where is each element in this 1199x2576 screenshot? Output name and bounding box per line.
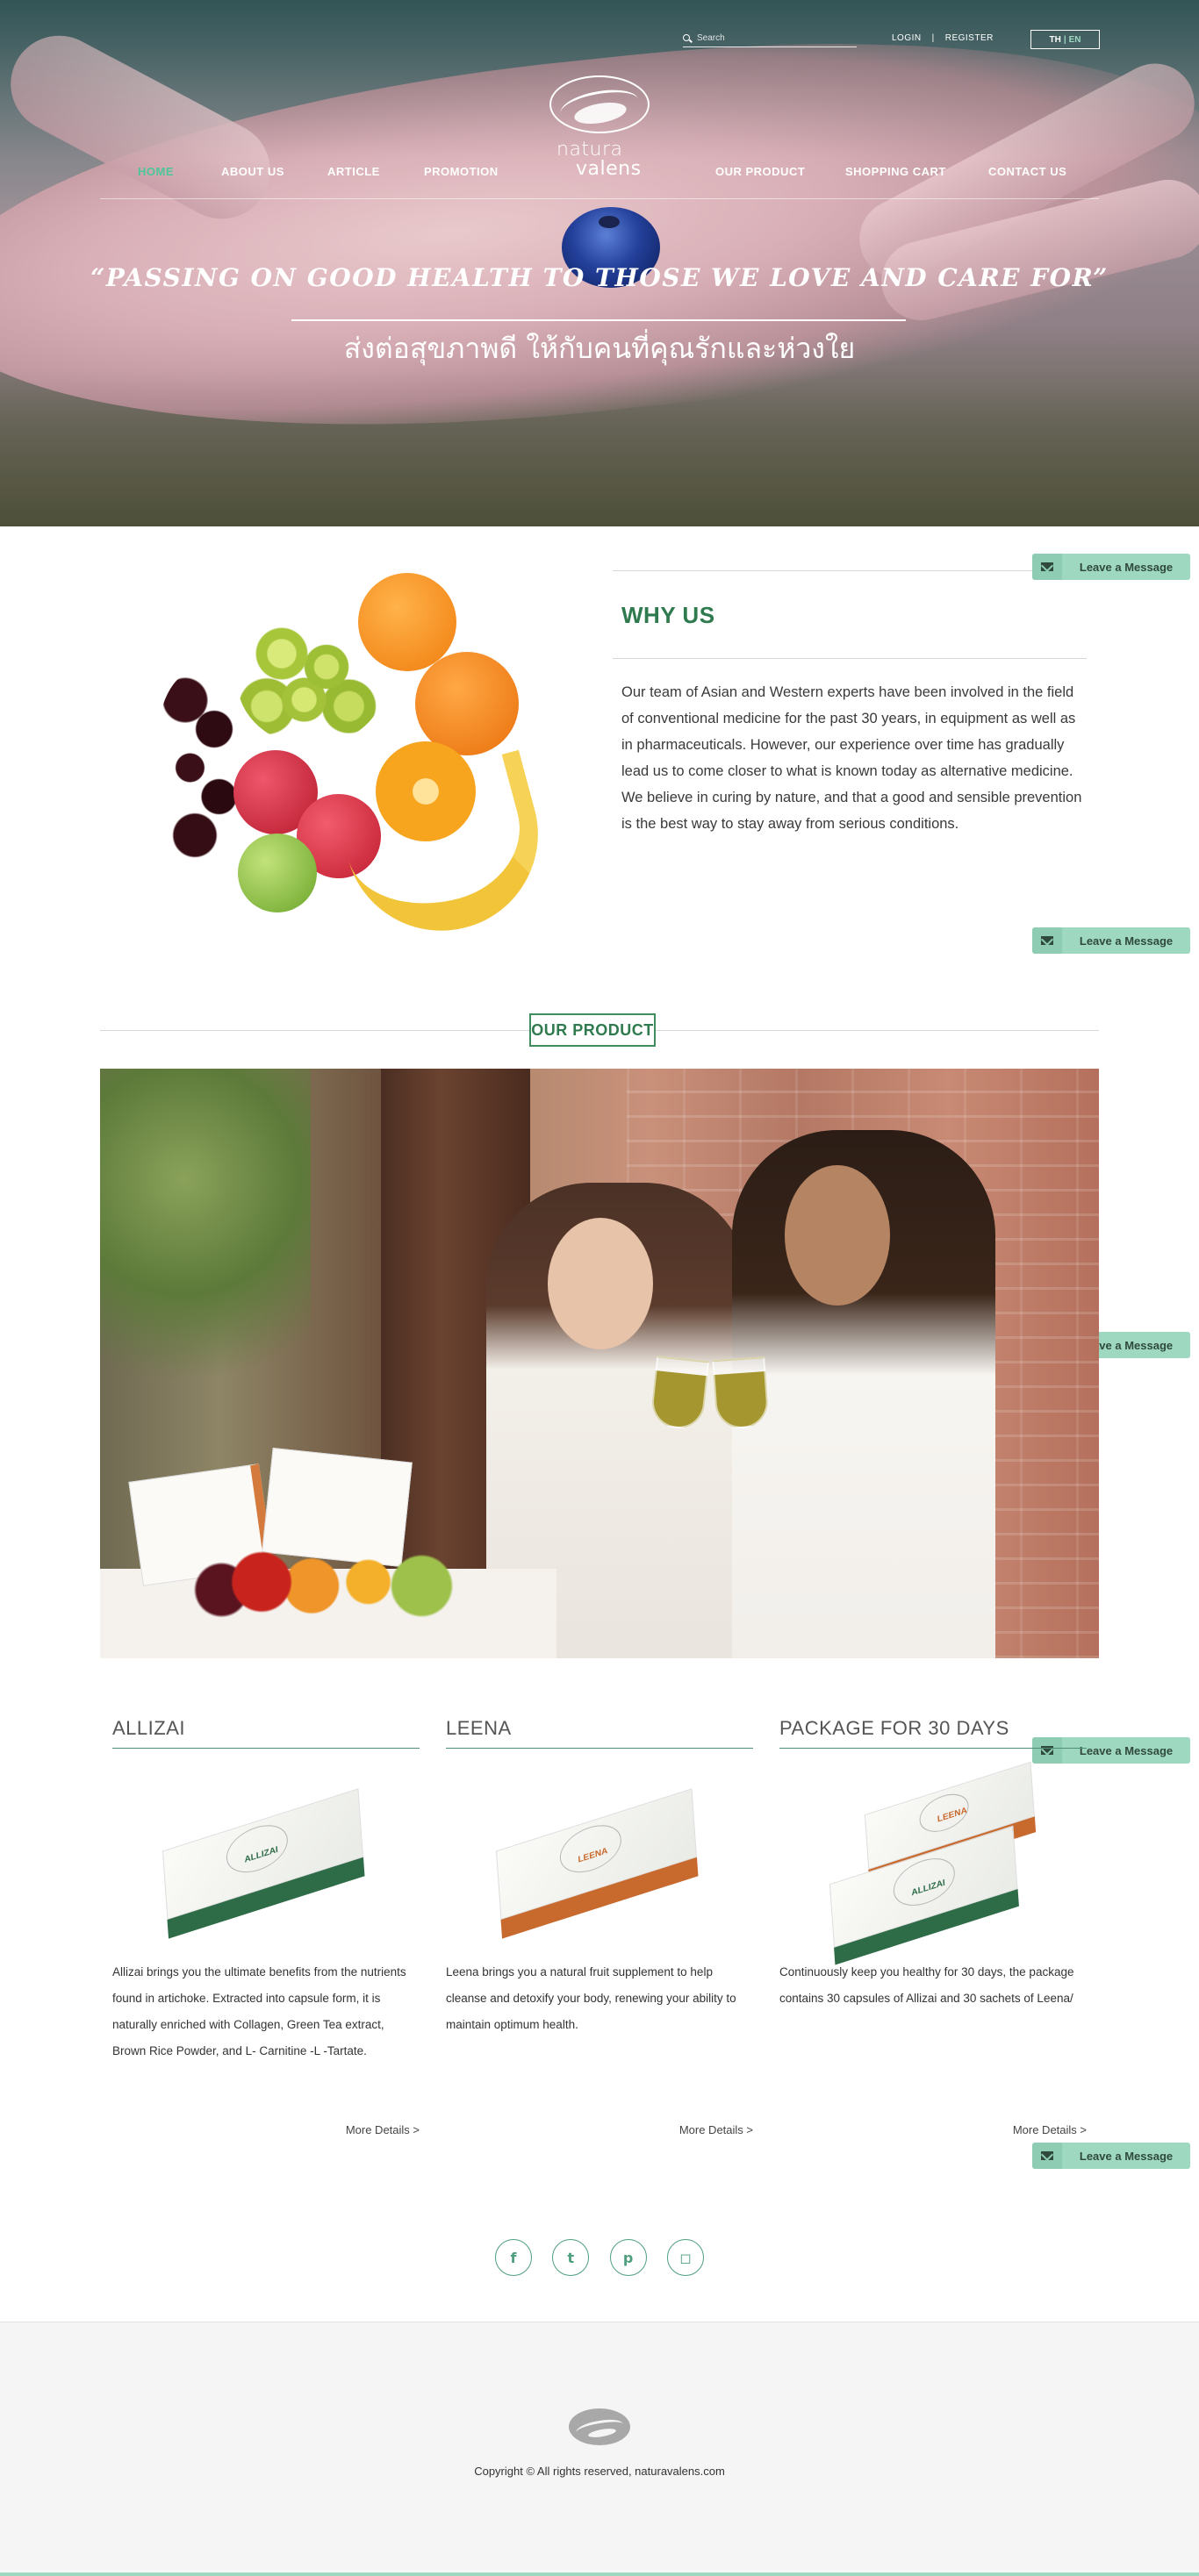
nav-contact-us[interactable]: CONTACT US [988, 165, 1066, 178]
brand-logo[interactable]: natura valens [544, 75, 653, 186]
product-description: Allizai brings you the ultimate benefits… [112, 1965, 406, 2057]
top-bar: LOGIN | REGISTER TH | EN [0, 28, 1199, 49]
envelope-icon [1032, 554, 1062, 580]
leave-message-button[interactable]: Leave a Message [1032, 554, 1190, 580]
lang-en[interactable]: EN [1069, 35, 1081, 45]
pinterest-icon[interactable]: p [609, 2239, 647, 2276]
search-input[interactable] [697, 33, 846, 43]
leave-message-label: Leave a Message [1079, 2149, 1174, 2163]
logo-text-valens: valens [576, 158, 642, 180]
product-card-package: PACKAGE FOR 30 DAYS LEENA ALLIZAI Contin… [779, 1711, 1087, 2136]
search-icon[interactable] [683, 33, 692, 43]
hero-banner: LOGIN | REGISTER TH | EN natura valens H… [0, 0, 1199, 526]
footer-leaf-logo-icon [569, 2408, 630, 2445]
footer: Copyright © All rights reserved, naturav… [0, 2322, 1199, 2576]
hero-quote-divider [291, 319, 906, 321]
product-title: ALLIZAI [112, 1717, 185, 1739]
product-title: PACKAGE FOR 30 DAYS [779, 1717, 1009, 1739]
nav-about-us[interactable]: ABOUT US [221, 165, 284, 178]
nav-divider [100, 198, 1099, 199]
product-card-allizai: ALLIZAI ALLIZAI Allizai brings you the u… [112, 1711, 420, 2136]
twitter-icon[interactable]: t [552, 2239, 590, 2276]
our-product-heading: OUR PRODUCT [529, 1013, 656, 1047]
product-lifestyle-photo [100, 1069, 1099, 1658]
copyright-text: Copyright © All rights reserved, naturav… [474, 2465, 725, 2478]
product-image[interactable]: LEENA ALLIZAI [779, 1749, 1087, 1965]
envelope-icon [1032, 2143, 1062, 2169]
fruit-image [156, 566, 560, 953]
nav-home[interactable]: HOME [138, 165, 174, 178]
leave-message-label: Leave a Message [1079, 934, 1174, 948]
bottom-accent-strip [0, 2572, 1199, 2576]
social-links: f t p ◻ [495, 2239, 704, 2276]
nav-promotion[interactable]: PROMOTION [424, 165, 499, 178]
instagram-icon[interactable]: ◻ [666, 2239, 704, 2276]
more-details-link[interactable]: More Details > [679, 2123, 753, 2136]
more-details-link[interactable]: More Details > [1013, 2123, 1087, 2136]
register-link[interactable]: REGISTER [945, 33, 994, 43]
product-description: Leena brings you a natural fruit supplem… [446, 1965, 736, 2031]
product-card-leena: LEENA LEENA Leena brings you a natural f… [446, 1711, 753, 2136]
why-divider [613, 658, 1087, 659]
hero-quote-th: ส่งต่อสุขภาพดี ให้กับคนที่คุณรักและห่วงใ… [343, 332, 856, 365]
lang-th[interactable]: TH [1049, 35, 1060, 45]
why-us-text: Our team of Asian and Western experts ha… [621, 684, 1082, 832]
why-us-title: WHY US [621, 602, 715, 628]
leave-message-button[interactable]: Leave a Message [1032, 2143, 1190, 2169]
nav-our-product[interactable]: OUR PRODUCT [715, 165, 805, 178]
login-link[interactable]: LOGIN [892, 33, 922, 43]
leave-message-button[interactable]: Leave a Message [1032, 927, 1190, 954]
language-switcher: TH | EN [1030, 30, 1100, 49]
hero-quote-en: “PASSING ON GOOD HEALTH TO THOSE WE LOVE… [90, 263, 1109, 292]
product-title: LEENA [446, 1717, 512, 1739]
leave-message-label: Leave a Message [1079, 560, 1174, 574]
envelope-icon [1032, 927, 1062, 954]
product-description: Continuously keep you healthy for 30 day… [779, 1965, 1074, 2005]
auth-separator: | [931, 33, 935, 43]
search-box[interactable] [683, 30, 857, 47]
product-image[interactable]: LEENA [446, 1749, 753, 1959]
nav-article[interactable]: ARTICLE [327, 165, 380, 178]
more-details-link[interactable]: More Details > [346, 2123, 420, 2136]
leaf-logo-icon [549, 75, 650, 133]
auth-links: LOGIN | REGISTER [892, 33, 994, 43]
nav-shopping-cart[interactable]: SHOPPING CART [845, 165, 946, 178]
why-divider-top [613, 570, 1087, 571]
lang-separator: | [1063, 34, 1066, 45]
product-image[interactable]: ALLIZAI [112, 1749, 420, 1959]
facebook-icon[interactable]: f [495, 2239, 532, 2276]
